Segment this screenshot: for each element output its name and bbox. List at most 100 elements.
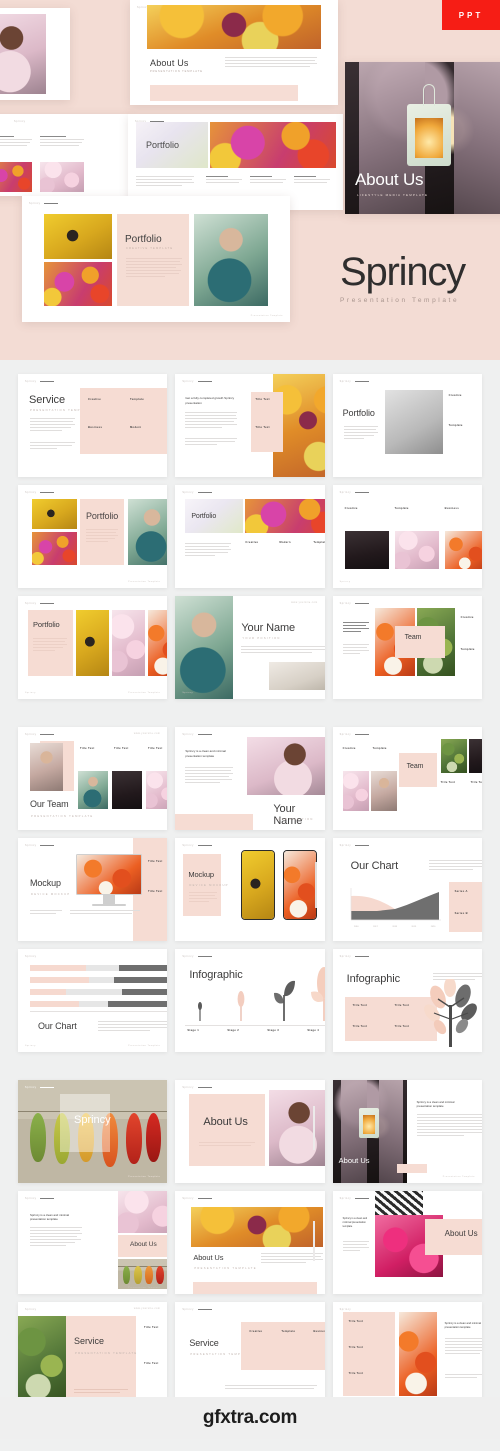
slide-text-photo-1[interactable]: Sprincy Get a fully completed growth Spr… <box>175 374 325 477</box>
slide-portfolio-1[interactable]: Sprincy Portfolio Creative Template <box>332 374 482 477</box>
stage-label-2: Stage 2 <box>227 1029 261 1034</box>
header-rule <box>44 203 59 204</box>
x-tick: 2018 <box>392 926 397 928</box>
slide-about-us-1[interactable]: Sprincy About Us <box>175 1080 325 1183</box>
feature-1: Title Text <box>80 747 108 752</box>
body-text-lines <box>30 1227 82 1248</box>
slide-brand-label: Sprincy <box>25 491 37 494</box>
hero-slide-about-partial[interactable]: Us <box>0 8 70 100</box>
slide-subtitle: PRESENTATION TEMPLATE <box>31 815 94 818</box>
slide-cover-sprincy[interactable]: Sprincy Sprincy Presentation Template <box>18 1080 168 1183</box>
hero-slide-three-column[interactable]: Sprincy <box>0 114 130 196</box>
feature-title: Creative <box>249 1330 263 1333</box>
photo-women-leaves <box>18 1316 66 1402</box>
slide-header: Sprincy <box>25 1086 55 1089</box>
slide-mockup-2[interactable]: Sprincy Mockup DEVICE MOCKUP <box>175 838 325 941</box>
body-text-lines <box>30 910 62 916</box>
side-rule <box>314 862 317 908</box>
slide-title: Your Name <box>241 622 296 634</box>
slide-gallery-3up[interactable]: Sprincy Creative Template Business Sprin… <box>332 485 482 588</box>
slide-subtitle: DEVICE MOCKUP <box>189 884 229 887</box>
slide-headline: Sprincy is a clean and minimal presentat… <box>185 749 226 758</box>
slide-about-us-5[interactable]: Sprincy Sprincy is a clean and minimal p… <box>332 1191 482 1294</box>
slide-brand-label: Sprincy <box>339 602 352 605</box>
header-rule <box>197 1309 212 1310</box>
slide-service-4[interactable]: Sprincy Title Text Title Text Title Text… <box>332 1302 482 1405</box>
feature-title: Stage 4 <box>307 1029 319 1032</box>
pink-accent-bar <box>193 1282 318 1294</box>
slide-portfolio-2[interactable]: Sprincy Portfolio Presentation Template <box>18 485 168 588</box>
feature-title: Title Text <box>440 781 456 784</box>
body-text-lines-2 <box>444 1374 482 1380</box>
feature-title: Creative <box>460 616 474 619</box>
column-text-3 <box>40 136 84 148</box>
slide-about-us-3[interactable]: Sprincy Sprincy is a clean and minimal p… <box>18 1191 168 1294</box>
slide-title: Our Chart <box>350 860 399 872</box>
slide-about-us-2[interactable]: About Us Sprincy is a clean and minimal … <box>332 1080 482 1183</box>
slide-footer-right: Presentation Template <box>128 1176 161 1178</box>
slide-headline: Get a fully completed growth Sprincy pre… <box>185 396 235 405</box>
photo-autumn-leaves-banner <box>147 5 321 49</box>
feature-2: Title Text <box>349 1346 385 1351</box>
photo-team-lead <box>30 743 63 791</box>
slide-your-name-1[interactable]: www.yoursite.com Your Name YOUR POSITION… <box>175 596 325 699</box>
slide-portfolio-3[interactable]: Sprincy Portfolio Creative Modern Templa… <box>175 485 325 588</box>
photo-leaf-line <box>118 1259 168 1289</box>
slide-team-2[interactable]: Sprincy Creative Template Team Title Tex… <box>332 727 482 830</box>
feature-3: Title Text <box>441 781 465 786</box>
body-text-lines <box>342 622 369 634</box>
feature-1: Creative <box>449 394 479 399</box>
slide-footer-right: Presentation Template <box>128 1045 161 1047</box>
slide-page-label: www.yoursite.com <box>133 733 161 735</box>
slide-about-us-4[interactable]: Sprincy About Us PRESENTATION TEMPLATE <box>175 1191 325 1294</box>
slide-title: Service <box>74 1336 105 1346</box>
slide-title: Mockup <box>188 870 214 879</box>
photo-member-2 <box>112 771 142 809</box>
slide-service-3[interactable]: Sprincy Service PRESENTATION TEMPLATE Cr… <box>175 1302 325 1405</box>
slide-team-1[interactable]: Sprincy Team Creative Template <box>332 596 482 699</box>
header-rule <box>197 492 212 493</box>
slide-brand-label: Sprincy <box>339 491 352 494</box>
slide-portfolio-4[interactable]: Sprincy Portfolio Sprincy Presentation T… <box>18 596 168 699</box>
slide-brand-label: Sprincy <box>339 1197 352 1200</box>
slide-brand-label: Sprincy <box>25 955 37 958</box>
slide-headline: Sprincy is a clean and minimal presentat… <box>444 1322 481 1330</box>
header-rule <box>355 734 370 735</box>
slide-brand-label: Sprincy <box>25 380 37 383</box>
header-rule <box>355 845 370 846</box>
slide-headline: Sprincy is a clean and minimal presentat… <box>342 1217 368 1228</box>
slide-title: About Us <box>444 1229 478 1238</box>
slide-title: Portfolio <box>191 513 217 520</box>
feature-title: Template <box>130 398 144 401</box>
body-text-lines <box>185 543 232 558</box>
slide-brand-label: Sprincy <box>182 1308 194 1311</box>
slide-grid-two: Sprincy Service PRESENTATION TEMPLATE Cr… <box>18 374 482 699</box>
slide-our-team-1[interactable]: Sprincy www.yoursite.com Our Team PRESEN… <box>18 727 168 830</box>
feature-title: Title Text <box>348 1346 364 1349</box>
hero-slide-about-us[interactable]: Sprincy About Us PRESENTATION TEMPLATE <box>130 0 338 105</box>
slide-infographic-2[interactable]: Sprincy Infographic Title Text Title Tex… <box>332 949 482 1052</box>
pink-accent-bar <box>175 814 254 830</box>
ppt-format-badge: PPT <box>442 0 500 30</box>
feature-title: Title Text <box>144 1362 159 1365</box>
feature-2: Title Text <box>114 747 142 752</box>
slide-page-label: www.yoursite.com <box>133 1308 161 1310</box>
slide-infographic-1[interactable]: Sprincy Infographic Stage 1 Stage 2 Stag… <box>175 949 325 1052</box>
slide-service-1[interactable]: Sprincy Service PRESENTATION TEMPLATE Cr… <box>18 374 168 477</box>
photo-member-4 <box>468 739 482 773</box>
hero-slide-about-us-dark[interactable]: About Us LIFESTYLE MEDIA TEMPLATE <box>345 62 500 214</box>
photo-woman-portrait <box>269 1090 325 1166</box>
slide-mockup-1[interactable]: Sprincy Mockup DEVICE MOCKUP Title Text … <box>18 838 168 941</box>
body-text-lines <box>185 412 238 430</box>
photo-leaves-magenta <box>32 532 77 565</box>
slide-our-chart-2[interactable]: Sprincy Our Chart Sprincy Presentation T… <box>18 949 168 1052</box>
slide-your-name-2[interactable]: Sprincy Sprincy is a clean and minimal p… <box>175 727 325 830</box>
slide-our-chart-1[interactable]: Sprincy Our Chart 2016 2017 2018 2019 20… <box>332 838 482 941</box>
hero-slide-portfolio-main[interactable]: Sprincy Portfolio CREATIVE TEMPLATE Pres… <box>22 196 290 322</box>
slide-grid-three: Sprincy www.yoursite.com Our Team PRESEN… <box>18 727 482 1052</box>
slide-footer-left: Sprincy <box>25 692 36 694</box>
feature-1: Title Text <box>349 1320 385 1325</box>
chart-x-ticks: 2016 2017 2018 2019 2020 <box>347 926 443 928</box>
slide-service-2[interactable]: Sprincy www.yoursite.com Service PRESENT… <box>18 1302 168 1405</box>
slide-title: Team <box>406 763 424 770</box>
